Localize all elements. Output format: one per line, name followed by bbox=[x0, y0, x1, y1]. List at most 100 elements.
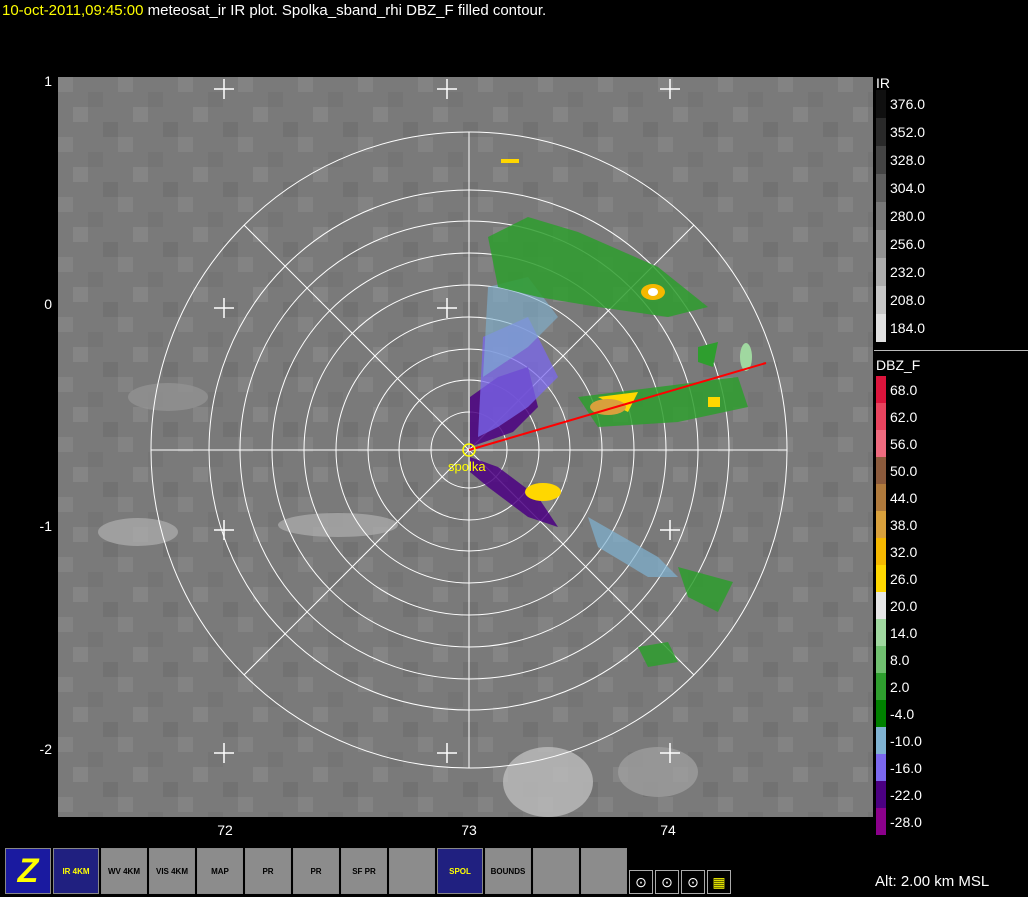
dbz-colorbar-label: 20.0 bbox=[890, 597, 918, 614]
x-axis-label-73: 73 bbox=[461, 822, 477, 838]
spol-button-label: SPOL bbox=[449, 866, 471, 876]
title-timestamp: 10-oct-2011,09:45:00 bbox=[2, 2, 144, 19]
radar-pr-button-1-label: PR bbox=[262, 866, 274, 876]
dbz-colorbar-swatch bbox=[876, 619, 886, 646]
x-axis-label-74: 74 bbox=[660, 822, 676, 838]
plot-title: 10-oct-2011,09:45:00 meteosat_ir IR plot… bbox=[2, 2, 546, 19]
vis-4km-button[interactable]: VIS 4KM bbox=[149, 848, 195, 894]
dbz-colorbar-label: -22.0 bbox=[890, 786, 922, 803]
colorbar-separator bbox=[874, 350, 1028, 351]
vis-4km-button-label: VIS 4KM bbox=[155, 866, 188, 876]
bounds-button-label: BOUNDS bbox=[490, 866, 526, 876]
ir-colorbar-label: 304.0 bbox=[890, 180, 926, 196]
dbz-colorbar-swatch bbox=[876, 484, 886, 511]
target-button-3[interactable]: ⊙ bbox=[681, 870, 705, 894]
radar-pr-button-1[interactable]: PR bbox=[245, 848, 291, 894]
x-axis-label-72: 72 bbox=[217, 822, 233, 838]
toolbar: Z IR 4KM WV 4KM VIS 4KM MAP PR PR SF PR SPOL BOUN… bbox=[5, 848, 731, 894]
radar-pr-button-2-label: PR bbox=[310, 866, 322, 876]
ir-colorbar-swatch bbox=[876, 118, 886, 146]
dbz-colorbar-label: 50.0 bbox=[890, 462, 918, 479]
dbz-colorbar-label: 56.0 bbox=[890, 435, 918, 452]
dbz-colorbar-swatch bbox=[876, 646, 886, 673]
ir-colorbar-swatch bbox=[876, 146, 886, 174]
dbz-colorbar-swatch bbox=[876, 403, 886, 430]
y-axis-label-neg1: -1 bbox=[39, 518, 52, 534]
target-icon: ⊙ bbox=[661, 873, 673, 890]
target-icon: ⊙ bbox=[687, 873, 699, 890]
dbz-colorbar-swatch bbox=[876, 565, 886, 592]
ir-4km-button-label: IR 4KM bbox=[62, 866, 90, 876]
map-button[interactable]: MAP bbox=[197, 848, 243, 894]
ir-colorbar-label: 376.0 bbox=[890, 96, 926, 112]
ir-colorbar-swatch bbox=[876, 202, 886, 230]
ir-colorbar-title: IR bbox=[876, 75, 890, 91]
dbz-colorbar-label: 68.0 bbox=[890, 381, 918, 398]
dbz-colorbar-label: -16.0 bbox=[890, 759, 922, 776]
dbz-colorbar-swatch bbox=[876, 808, 886, 835]
dbz-colorbar-label: 38.0 bbox=[890, 516, 918, 533]
target-icon: ⊙ bbox=[635, 873, 647, 890]
search-magnifier-button[interactable] bbox=[389, 848, 435, 894]
dbz-colorbar-label: 14.0 bbox=[890, 624, 918, 641]
wv-4km-button-label: WV 4KM bbox=[108, 866, 140, 876]
ir-colorbar-swatch bbox=[876, 230, 886, 258]
ir-colorbar-label: 232.0 bbox=[890, 264, 926, 280]
target-button-1[interactable]: ⊙ bbox=[629, 870, 653, 894]
dbz-colorbar-label: -4.0 bbox=[890, 705, 915, 722]
radar-plot-area[interactable]: spolka bbox=[58, 77, 873, 817]
ir-colorbar-label: 280.0 bbox=[890, 208, 926, 224]
radar-site-label: spolka bbox=[448, 459, 486, 474]
ir-colorbar-swatch bbox=[876, 90, 886, 118]
spol-button[interactable]: SPOL bbox=[437, 848, 483, 894]
sf-pr-button[interactable]: SF PR bbox=[341, 848, 387, 894]
dbz-colorbar-label: -10.0 bbox=[890, 732, 922, 749]
zoom-button[interactable]: Z bbox=[5, 848, 51, 894]
y-axis-label-0: 0 bbox=[44, 296, 52, 312]
ir-colorbar-label: 352.0 bbox=[890, 124, 926, 140]
dbz-colorbar-swatch bbox=[876, 727, 886, 754]
target-button-2[interactable]: ⊙ bbox=[655, 870, 679, 894]
ir-colorbar-swatch bbox=[876, 174, 886, 202]
zoom-button-label: Z bbox=[17, 851, 39, 890]
dbz-colorbar-swatch bbox=[876, 700, 886, 727]
sf-pr-button-label: SF PR bbox=[352, 866, 376, 876]
rings-button-2[interactable] bbox=[581, 848, 627, 894]
rings-button-1[interactable] bbox=[533, 848, 579, 894]
dbz-colorbar-label: 2.0 bbox=[890, 678, 910, 695]
y-axis-label-neg2: -2 bbox=[39, 741, 52, 757]
dbz-colorbar-label: -28.0 bbox=[890, 813, 922, 830]
dbz-colorbar-swatch bbox=[876, 673, 886, 700]
altitude-label: Alt: 2.00 km MSL bbox=[875, 873, 990, 890]
dbz-colorbar-label: 8.0 bbox=[890, 651, 910, 668]
title-description: meteosat_ir IR plot. Spolka_sband_rhi DB… bbox=[143, 2, 547, 19]
radar-plot-svg bbox=[58, 77, 873, 817]
ir-colorbar-label: 208.0 bbox=[890, 292, 926, 308]
ir-colorbar-swatch bbox=[876, 258, 886, 286]
dbz-colorbar-swatch bbox=[876, 781, 886, 808]
grid-button[interactable]: ▦ bbox=[707, 870, 731, 894]
ir-colorbar-swatch bbox=[876, 286, 886, 314]
dbz-colorbar-title: DBZ_F bbox=[876, 357, 921, 373]
ir-colorbar-swatch bbox=[876, 314, 886, 342]
dbz-colorbar-swatch bbox=[876, 457, 886, 484]
dbz-colorbar-label: 62.0 bbox=[890, 408, 918, 425]
dbz-colorbar-label: 26.0 bbox=[890, 570, 918, 587]
ir-colorbar-label: 328.0 bbox=[890, 152, 926, 168]
dbz-colorbar-swatch bbox=[876, 511, 886, 538]
dbz-colorbar-swatch bbox=[876, 538, 886, 565]
radar-pr-button-2[interactable]: PR bbox=[293, 848, 339, 894]
dbz-colorbar-label: 44.0 bbox=[890, 489, 918, 506]
bounds-button[interactable]: BOUNDS bbox=[485, 848, 531, 894]
dbz-colorbar-swatch bbox=[876, 592, 886, 619]
map-button-label: MAP bbox=[211, 866, 229, 876]
dbz-colorbar-swatch bbox=[876, 376, 886, 403]
ir-4km-button[interactable]: IR 4KM bbox=[53, 848, 99, 894]
grid-icon: ▦ bbox=[712, 873, 726, 890]
wv-4km-button[interactable]: WV 4KM bbox=[101, 848, 147, 894]
dbz-colorbar-swatch bbox=[876, 754, 886, 781]
ir-colorbar-label: 184.0 bbox=[890, 320, 926, 336]
dbz-colorbar-label: 32.0 bbox=[890, 543, 918, 560]
ir-colorbar-label: 256.0 bbox=[890, 236, 926, 252]
y-axis-label-1: 1 bbox=[44, 73, 52, 89]
